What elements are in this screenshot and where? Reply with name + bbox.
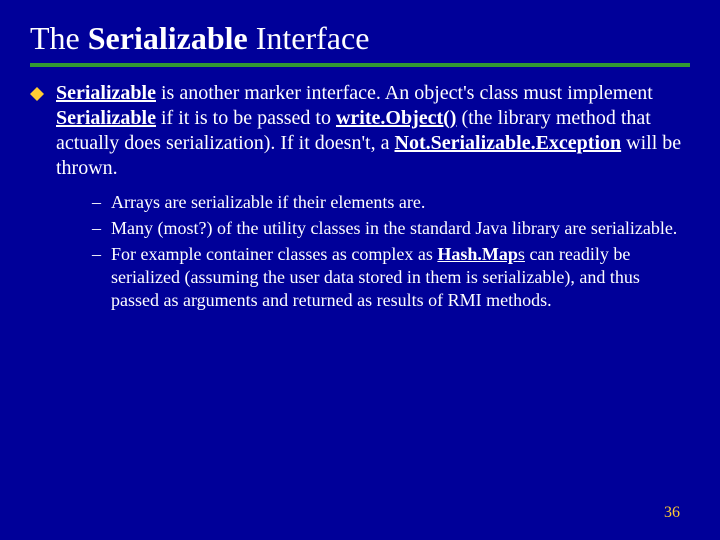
title-pre: The — [30, 20, 88, 56]
kw-writeobject: write.Object() — [336, 107, 457, 129]
kw-serializable-1: Serializable — [56, 82, 156, 104]
title-post: Interface — [248, 20, 370, 56]
sub-bullet-list: – Arrays are serializable if their eleme… — [92, 191, 690, 312]
list-item: – Arrays are serializable if their eleme… — [92, 191, 690, 214]
page-number: 36 — [664, 504, 680, 522]
kw-serializable-2: Serializable — [56, 107, 156, 129]
sub-text-1: Arrays are serializable if their element… — [111, 191, 690, 214]
dash-icon: – — [92, 191, 101, 214]
s3-pre: For example container classes as complex… — [111, 244, 437, 264]
t1: is another marker interface. An object's… — [156, 82, 653, 104]
main-bullet: Serializable is another marker interface… — [30, 81, 690, 181]
main-text: Serializable is another marker interface… — [56, 81, 690, 181]
title-bold: Serializable — [88, 20, 248, 56]
t2: if it is to be passed to — [156, 107, 336, 129]
title-underline — [30, 63, 690, 67]
dash-icon: – — [92, 217, 101, 240]
list-item: – For example container classes as compl… — [92, 243, 690, 312]
list-item: – Many (most?) of the utility classes in… — [92, 217, 690, 240]
slide: The Serializable Interface Serializable … — [0, 0, 720, 540]
s3-s: s — [518, 244, 525, 264]
sub-text-3: For example container classes as complex… — [111, 243, 690, 312]
dash-icon: – — [92, 243, 101, 312]
kw-notserializableexception: Not.Serializable.Exception — [395, 132, 622, 154]
diamond-bullet-icon — [30, 87, 44, 101]
sub-text-2: Many (most?) of the utility classes in t… — [111, 217, 690, 240]
kw-hashmap: Hash.Map — [437, 244, 518, 264]
slide-title: The Serializable Interface — [30, 20, 690, 57]
